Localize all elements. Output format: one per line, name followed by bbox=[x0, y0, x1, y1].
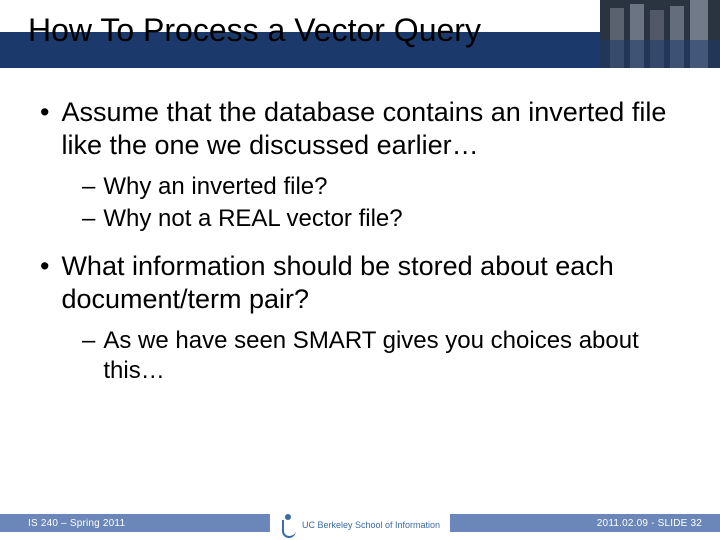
bullet-marker: – bbox=[82, 204, 95, 234]
footer-logo-text: UC Berkeley School of Information bbox=[302, 521, 440, 530]
slide-header: How To Process a Vector Query bbox=[0, 0, 720, 68]
bullet-level-2: – Why an inverted file? bbox=[82, 172, 684, 202]
bullet-text: What information should be stored about … bbox=[61, 250, 684, 316]
header-decorative-photo bbox=[600, 0, 720, 68]
bullet-level-2: – As we have seen SMART gives you choice… bbox=[82, 326, 684, 386]
footer-logo: UC Berkeley School of Information bbox=[270, 512, 450, 538]
bullet-text: As we have seen SMART gives you choices … bbox=[103, 326, 684, 386]
footer-date-slide: 2011.02.09 - SLIDE 32 bbox=[597, 518, 702, 529]
bullet-text: Why not a REAL vector file? bbox=[103, 204, 402, 234]
bullet-level-1: • What information should be stored abou… bbox=[36, 250, 684, 316]
bullet-text: Why an inverted file? bbox=[103, 172, 327, 202]
bullet-text: Assume that the database contains an inv… bbox=[61, 96, 684, 162]
bullet-marker: – bbox=[82, 326, 95, 386]
slide-body: • Assume that the database contains an i… bbox=[0, 68, 720, 386]
ischool-logo-icon bbox=[280, 514, 296, 536]
footer-course-label: IS 240 – Spring 2011 bbox=[28, 518, 125, 529]
slide-footer: IS 240 – Spring 2011 2011.02.09 - SLIDE … bbox=[0, 512, 720, 540]
bullet-marker: • bbox=[40, 96, 49, 162]
bullet-level-1: • Assume that the database contains an i… bbox=[36, 96, 684, 162]
bullet-marker: • bbox=[40, 250, 49, 316]
bullet-marker: – bbox=[82, 172, 95, 202]
slide-title: How To Process a Vector Query bbox=[28, 12, 481, 49]
bullet-level-2: – Why not a REAL vector file? bbox=[82, 204, 684, 234]
